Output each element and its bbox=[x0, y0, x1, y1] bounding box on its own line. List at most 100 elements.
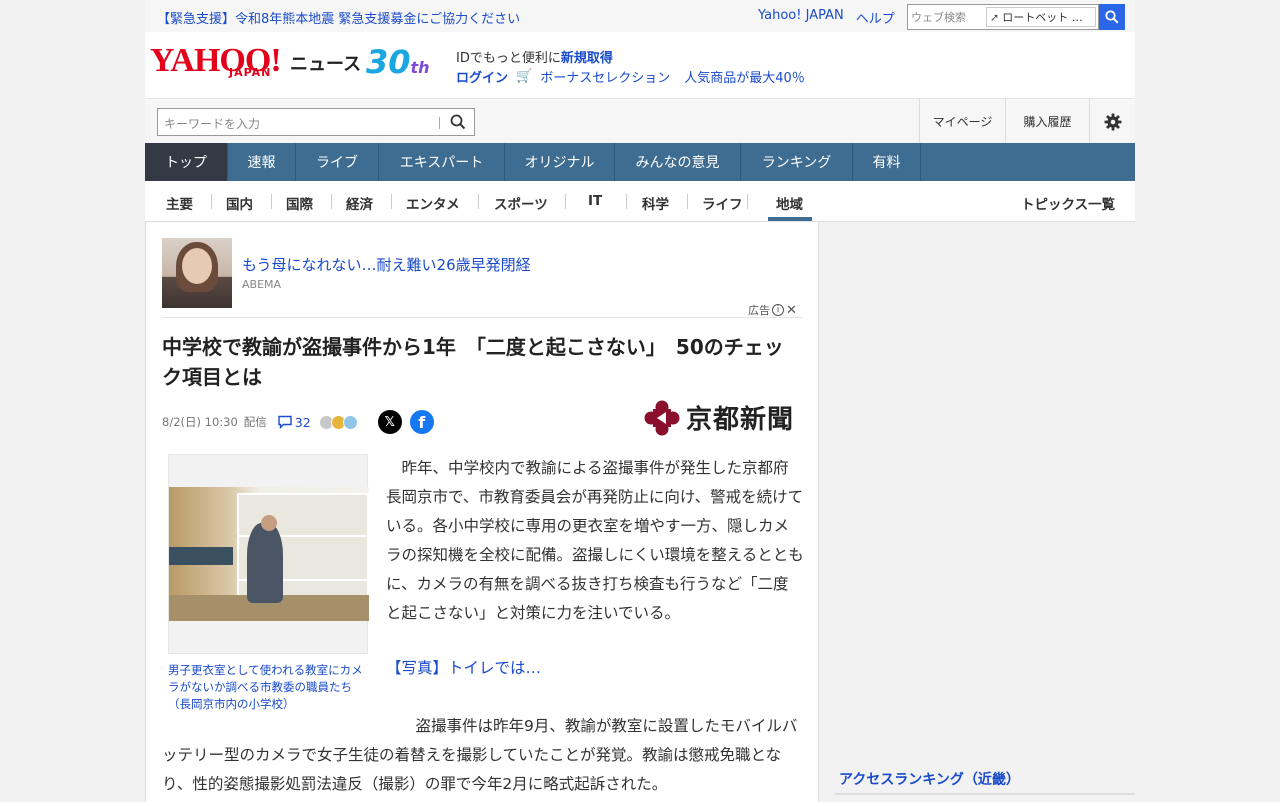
keyword-placeholder: キーワードを入力 bbox=[164, 117, 261, 131]
commenter-avatars bbox=[315, 414, 358, 430]
cat-divider bbox=[271, 194, 272, 209]
ranking-divider bbox=[835, 793, 1135, 795]
avatar bbox=[342, 414, 358, 430]
nav-paid[interactable]: 有料 bbox=[853, 143, 921, 181]
photo-person-head bbox=[261, 515, 277, 531]
cat-divider bbox=[331, 194, 332, 209]
comment-icon bbox=[278, 415, 292, 429]
arrow-icon: ➚ bbox=[990, 10, 1000, 24]
account-links: ログイン 🛒 ボーナスセレクション 人気商品が最大40％ bbox=[456, 67, 805, 86]
yahoo-logo-sub: JAPAN bbox=[229, 66, 272, 79]
x-share-icon[interactable]: 𝕏 bbox=[377, 410, 402, 434]
nav-top[interactable]: トップ bbox=[145, 143, 228, 181]
cat-divider bbox=[211, 194, 212, 209]
category-nav: 主要 国内 国際 経済 エンタメ スポーツ IT 科学 ライフ 地域 トピックス… bbox=[145, 181, 1135, 222]
delivered-label: 配信 bbox=[243, 415, 267, 429]
access-ranking-title[interactable]: アクセスランキング（近畿） bbox=[839, 769, 1020, 789]
article-meta: 8/2(日) 10:30 配信 32 𝕏 f bbox=[162, 410, 434, 434]
search-divider bbox=[439, 117, 440, 129]
ad-banner[interactable]: もう母になれない…耐え難い26歳早発閉経 ABEMA bbox=[162, 238, 802, 318]
nav-opinions[interactable]: みんなの意見 bbox=[615, 143, 741, 181]
facebook-share-icon[interactable]: f bbox=[409, 410, 434, 434]
ad-title[interactable]: もう母になれない…耐え難い26歳早発閉経 bbox=[242, 254, 531, 275]
extension-label: ロートベット … bbox=[1002, 11, 1083, 24]
article-headline: 中学校で教諭が盗撮事件から1年 「二度と起こさない」 50のチェック項目とは bbox=[162, 335, 784, 389]
cat-sports[interactable]: スポーツ bbox=[494, 193, 548, 213]
photo-caption[interactable]: 男子更衣室として使われる教室にカメラがないか調べる市教委の職員たち（長岡京市内の… bbox=[168, 662, 368, 713]
article-photo[interactable] bbox=[168, 454, 369, 654]
bonus-selection-link[interactable]: ボーナスセレクション bbox=[540, 67, 670, 86]
article-paragraph-2-text: 盗撮事件は昨年9月、教諭が教室に設置したモバイルバッテリー型のカメラで女子生徒の… bbox=[162, 717, 798, 793]
publisher-logo[interactable]: 京都新聞 bbox=[644, 399, 794, 436]
keyword-search-input[interactable]: キーワードを入力 bbox=[157, 108, 475, 136]
cat-life[interactable]: ライフ bbox=[702, 193, 743, 213]
cat-divider bbox=[687, 194, 688, 209]
utility-bar: 【緊急支援】令和8年熊本地震 緊急支援募金にご協力ください Yahoo! JAP… bbox=[145, 0, 1135, 32]
cat-divider bbox=[391, 194, 392, 209]
cat-divider bbox=[747, 194, 748, 209]
ad-label: 広告 i ✕ bbox=[748, 302, 797, 318]
article-paragraph-1: 昨年、中学校内で教諭による盗撮事件が発生した京都府長岡京市で、市教育委員会が再発… bbox=[386, 459, 804, 622]
cat-main[interactable]: 主要 bbox=[166, 193, 193, 213]
search-icon bbox=[1105, 10, 1119, 24]
publisher-mark-icon bbox=[644, 400, 680, 435]
cat-entertainment[interactable]: エンタメ bbox=[406, 193, 460, 213]
mypage-link[interactable]: マイページ bbox=[919, 99, 1005, 144]
article-column: もう母になれない…耐え難い26歳早発閉経 ABEMA 広告 i ✕ 中学校で教諭… bbox=[145, 222, 819, 802]
cat-economy[interactable]: 経済 bbox=[346, 193, 373, 213]
cat-science[interactable]: 科学 bbox=[642, 193, 669, 213]
global-nav: トップ 速報 ライブ エキスパート オリジナル みんなの意見 ランキング 有料 bbox=[145, 143, 1135, 181]
web-search-placeholder: ウェブ検索 bbox=[911, 11, 966, 24]
ad-thumb-face bbox=[182, 248, 212, 284]
comment-count: 32 bbox=[294, 414, 311, 430]
cat-divider bbox=[565, 194, 566, 209]
nav-breaking[interactable]: 速報 bbox=[228, 143, 296, 181]
id-promo-text: IDでもっと便利に bbox=[456, 51, 561, 66]
signup-link[interactable]: 新規取得 bbox=[561, 51, 613, 66]
cat-region[interactable]: 地域 bbox=[776, 193, 803, 213]
yahoo-japan-link[interactable]: Yahoo! JAPAN bbox=[758, 8, 844, 27]
ad-label-text: 広告 bbox=[748, 304, 770, 317]
purchase-history-link[interactable]: 購入履歴 bbox=[1005, 99, 1089, 144]
settings-button[interactable] bbox=[1089, 99, 1135, 144]
search-icon[interactable] bbox=[450, 114, 466, 130]
web-search-input[interactable]: ウェブ検索 ➚ ロートベット … bbox=[907, 4, 1099, 30]
masthead: YAHOO! JAPAN ニュース 30th IDでもっと便利に新規取得 ログイ… bbox=[145, 32, 1135, 98]
article-photo-image bbox=[169, 487, 369, 621]
emergency-support-link[interactable]: 【緊急支援】令和8年熊本地震 緊急支援募金にご協力ください bbox=[157, 8, 520, 27]
gear-icon bbox=[1104, 113, 1121, 130]
cat-it[interactable]: IT bbox=[588, 193, 602, 209]
utility-links: Yahoo! JAPAN ヘルプ bbox=[758, 8, 895, 27]
anniversary-number: 30 bbox=[366, 43, 411, 81]
news-service-name[interactable]: ニュース bbox=[290, 50, 361, 76]
publish-date: 8/2(日) 10:30 bbox=[162, 415, 238, 429]
close-icon[interactable]: ✕ bbox=[786, 303, 797, 318]
web-search: ウェブ検索 ➚ ロートベット … bbox=[907, 4, 1125, 30]
article-paragraph-2: 盗撮事件は昨年9月、教諭が教室に設置したモバイルバッテリー型のカメラで女子生徒の… bbox=[162, 712, 804, 799]
publisher-name: 京都新聞 bbox=[686, 405, 795, 435]
web-search-button[interactable] bbox=[1099, 4, 1125, 30]
login-link[interactable]: ログイン bbox=[456, 67, 508, 86]
nav-original[interactable]: オリジナル bbox=[505, 143, 615, 181]
topics-list-link[interactable]: トピックス一覧 bbox=[1021, 193, 1115, 213]
help-link[interactable]: ヘルプ bbox=[856, 8, 895, 27]
nav-ranking[interactable]: ランキング bbox=[741, 143, 853, 181]
ad-thumbnail bbox=[162, 238, 232, 308]
anniversary-suffix: th bbox=[410, 58, 430, 77]
comments-link[interactable]: 32 bbox=[277, 415, 311, 430]
photo-gallery-link[interactable]: 【写真】トイレでは… bbox=[386, 656, 541, 678]
account-tabs: マイページ 購入履歴 bbox=[919, 99, 1135, 144]
promo-link[interactable]: 人気商品が最大40％ bbox=[684, 67, 805, 86]
photo-person bbox=[247, 523, 283, 603]
nav-expert[interactable]: エキスパート bbox=[379, 143, 505, 181]
anniversary-30th-badge: 30th bbox=[366, 44, 430, 86]
nav-live[interactable]: ライブ bbox=[296, 143, 379, 181]
info-icon[interactable]: i bbox=[772, 304, 784, 316]
cart-icon: 🛒 bbox=[516, 69, 533, 84]
active-tab-indicator bbox=[768, 217, 812, 221]
cat-domestic[interactable]: 国内 bbox=[226, 193, 253, 213]
cat-divider bbox=[478, 194, 479, 209]
search-extension-chip[interactable]: ➚ ロートベット … bbox=[986, 7, 1096, 27]
cat-international[interactable]: 国際 bbox=[286, 193, 313, 213]
ad-source: ABEMA bbox=[242, 278, 282, 291]
